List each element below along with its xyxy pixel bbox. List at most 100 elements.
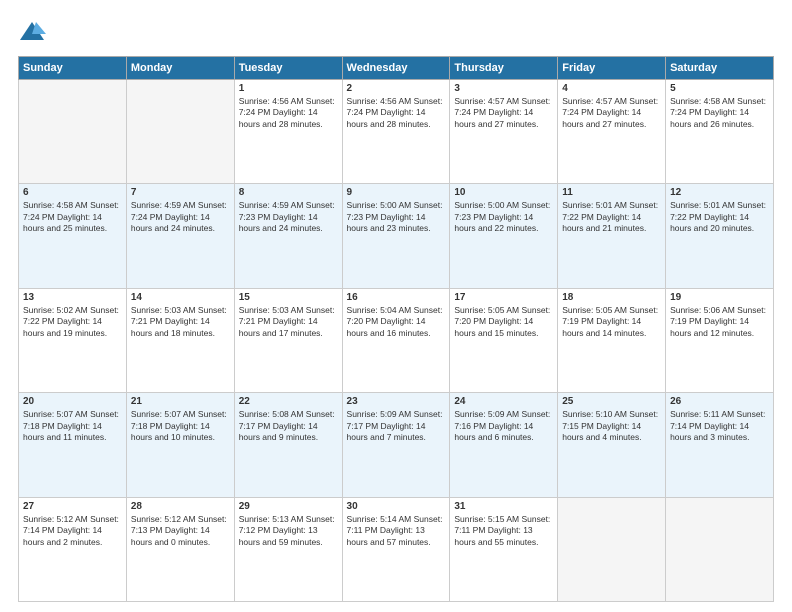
day-cell: 24 Sunrise: 5:09 AM Sunset: 7:16 PM Dayli… [450, 393, 558, 497]
day-cell: 20Sunrise: 5:07 AM Sunset: 7:18 PM Dayli… [19, 393, 127, 497]
day-cell: 7 Sunrise: 4:59 AM Sunset: 7:24 PM Daylig… [126, 184, 234, 288]
day-number: 19 [670, 292, 769, 303]
day-cell: 27 Sunrise: 5:12 AM Sunset: 7:14 PM Dayli… [19, 497, 127, 601]
day-info: Sunrise: 4:56 AM Sunset: 7:24 PM Dayligh… [347, 96, 446, 130]
day-info: Sunrise: 4:57 AM Sunset: 7:24 PM Dayligh… [454, 96, 553, 130]
weekday-friday: Friday [558, 57, 666, 80]
day-cell: 17 Sunrise: 5:05 AM Sunset: 7:20 PM Dayli… [450, 288, 558, 392]
day-info: Sunrise: 4:56 AM Sunset: 7:24 PM Dayligh… [239, 96, 338, 130]
logo [18, 18, 50, 46]
day-number: 17 [454, 292, 553, 303]
day-number: 2 [347, 83, 446, 94]
day-cell [19, 80, 127, 184]
day-info: Sunrise: 4:57 AM Sunset: 7:24 PM Dayligh… [562, 96, 661, 130]
day-number: 10 [454, 187, 553, 198]
day-number: 18 [562, 292, 661, 303]
day-number: 3 [454, 83, 553, 94]
header [18, 18, 774, 46]
day-info: Sunrise: 5:01 AM Sunset: 7:22 PM Dayligh… [670, 200, 769, 234]
day-cell: 21Sunrise: 5:07 AM Sunset: 7:18 PM Dayli… [126, 393, 234, 497]
day-info: Sunrise: 5:11 AM Sunset: 7:14 PM Dayligh… [670, 409, 769, 443]
day-cell: 6Sunrise: 4:58 AM Sunset: 7:24 PM Daylig… [19, 184, 127, 288]
day-number: 24 [454, 396, 553, 407]
day-number: 14 [131, 292, 230, 303]
day-cell: 16 Sunrise: 5:04 AM Sunset: 7:20 PM Dayli… [342, 288, 450, 392]
day-cell: 31 Sunrise: 5:15 AM Sunset: 7:11 PM Dayli… [450, 497, 558, 601]
day-cell: 4 Sunrise: 4:57 AM Sunset: 7:24 PM Daylig… [558, 80, 666, 184]
day-info: Sunrise: 5:15 AM Sunset: 7:11 PM Dayligh… [454, 514, 553, 548]
weekday-wednesday: Wednesday [342, 57, 450, 80]
day-number: 27 [23, 501, 122, 512]
day-cell: 13 Sunrise: 5:02 AM Sunset: 7:22 PM Dayli… [19, 288, 127, 392]
day-cell: 29 Sunrise: 5:13 AM Sunset: 7:12 PM Dayli… [234, 497, 342, 601]
weekday-header-row: SundayMondayTuesdayWednesdayThursdayFrid… [19, 57, 774, 80]
day-cell: 22 Sunrise: 5:08 AM Sunset: 7:17 PM Dayli… [234, 393, 342, 497]
day-number: 28 [131, 501, 230, 512]
day-number: 1 [239, 83, 338, 94]
day-cell: 3 Sunrise: 4:57 AM Sunset: 7:24 PM Daylig… [450, 80, 558, 184]
day-info: Sunrise: 5:00 AM Sunset: 7:23 PM Dayligh… [454, 200, 553, 234]
day-info: Sunrise: 5:02 AM Sunset: 7:22 PM Dayligh… [23, 305, 122, 339]
day-number: 12 [670, 187, 769, 198]
day-info: Sunrise: 4:59 AM Sunset: 7:23 PM Dayligh… [239, 200, 338, 234]
day-info: Sunrise: 4:59 AM Sunset: 7:24 PM Dayligh… [131, 200, 230, 234]
day-cell: 14Sunrise: 5:03 AM Sunset: 7:21 PM Dayli… [126, 288, 234, 392]
day-info: Sunrise: 5:09 AM Sunset: 7:17 PM Dayligh… [347, 409, 446, 443]
day-cell: 15Sunrise: 5:03 AM Sunset: 7:21 PM Dayli… [234, 288, 342, 392]
day-info: Sunrise: 5:07 AM Sunset: 7:18 PM Dayligh… [23, 409, 122, 443]
day-info: Sunrise: 5:14 AM Sunset: 7:11 PM Dayligh… [347, 514, 446, 548]
day-cell: 28 Sunrise: 5:12 AM Sunset: 7:13 PM Dayli… [126, 497, 234, 601]
weekday-thursday: Thursday [450, 57, 558, 80]
day-info: Sunrise: 5:12 AM Sunset: 7:13 PM Dayligh… [131, 514, 230, 548]
week-row-3: 13 Sunrise: 5:02 AM Sunset: 7:22 PM Dayli… [19, 288, 774, 392]
weekday-tuesday: Tuesday [234, 57, 342, 80]
calendar-page: SundayMondayTuesdayWednesdayThursdayFrid… [0, 0, 792, 612]
day-info: Sunrise: 5:01 AM Sunset: 7:22 PM Dayligh… [562, 200, 661, 234]
day-cell: 5 Sunrise: 4:58 AM Sunset: 7:24 PM Daylig… [666, 80, 774, 184]
day-info: Sunrise: 5:05 AM Sunset: 7:19 PM Dayligh… [562, 305, 661, 339]
day-info: Sunrise: 5:09 AM Sunset: 7:16 PM Dayligh… [454, 409, 553, 443]
day-number: 26 [670, 396, 769, 407]
day-number: 15 [239, 292, 338, 303]
day-info: Sunrise: 5:13 AM Sunset: 7:12 PM Dayligh… [239, 514, 338, 548]
weekday-monday: Monday [126, 57, 234, 80]
day-cell: 12 Sunrise: 5:01 AM Sunset: 7:22 PM Dayli… [666, 184, 774, 288]
day-cell: 30 Sunrise: 5:14 AM Sunset: 7:11 PM Dayli… [342, 497, 450, 601]
day-cell: 11 Sunrise: 5:01 AM Sunset: 7:22 PM Dayli… [558, 184, 666, 288]
weekday-sunday: Sunday [19, 57, 127, 80]
day-number: 9 [347, 187, 446, 198]
day-number: 5 [670, 83, 769, 94]
day-info: Sunrise: 4:58 AM Sunset: 7:24 PM Dayligh… [670, 96, 769, 130]
day-cell: 18 Sunrise: 5:05 AM Sunset: 7:19 PM Dayli… [558, 288, 666, 392]
day-number: 22 [239, 396, 338, 407]
day-info: Sunrise: 5:12 AM Sunset: 7:14 PM Dayligh… [23, 514, 122, 548]
logo-icon [18, 18, 46, 46]
week-row-4: 20Sunrise: 5:07 AM Sunset: 7:18 PM Dayli… [19, 393, 774, 497]
day-number: 25 [562, 396, 661, 407]
day-number: 29 [239, 501, 338, 512]
week-row-2: 6Sunrise: 4:58 AM Sunset: 7:24 PM Daylig… [19, 184, 774, 288]
day-cell: 2 Sunrise: 4:56 AM Sunset: 7:24 PM Daylig… [342, 80, 450, 184]
day-info: Sunrise: 5:05 AM Sunset: 7:20 PM Dayligh… [454, 305, 553, 339]
weekday-saturday: Saturday [666, 57, 774, 80]
day-number: 30 [347, 501, 446, 512]
day-info: Sunrise: 5:10 AM Sunset: 7:15 PM Dayligh… [562, 409, 661, 443]
week-row-1: 1 Sunrise: 4:56 AM Sunset: 7:24 PM Daylig… [19, 80, 774, 184]
day-info: Sunrise: 5:04 AM Sunset: 7:20 PM Dayligh… [347, 305, 446, 339]
day-number: 8 [239, 187, 338, 198]
day-number: 13 [23, 292, 122, 303]
week-row-5: 27 Sunrise: 5:12 AM Sunset: 7:14 PM Dayli… [19, 497, 774, 601]
day-number: 23 [347, 396, 446, 407]
day-number: 11 [562, 187, 661, 198]
day-number: 16 [347, 292, 446, 303]
day-number: 31 [454, 501, 553, 512]
day-cell: 26 Sunrise: 5:11 AM Sunset: 7:14 PM Dayli… [666, 393, 774, 497]
day-cell: 9Sunrise: 5:00 AM Sunset: 7:23 PM Daylig… [342, 184, 450, 288]
day-cell: 25 Sunrise: 5:10 AM Sunset: 7:15 PM Dayli… [558, 393, 666, 497]
day-number: 4 [562, 83, 661, 94]
day-number: 7 [131, 187, 230, 198]
day-cell: 23 Sunrise: 5:09 AM Sunset: 7:17 PM Dayli… [342, 393, 450, 497]
day-cell [126, 80, 234, 184]
day-info: Sunrise: 5:08 AM Sunset: 7:17 PM Dayligh… [239, 409, 338, 443]
calendar-table: SundayMondayTuesdayWednesdayThursdayFrid… [18, 56, 774, 602]
